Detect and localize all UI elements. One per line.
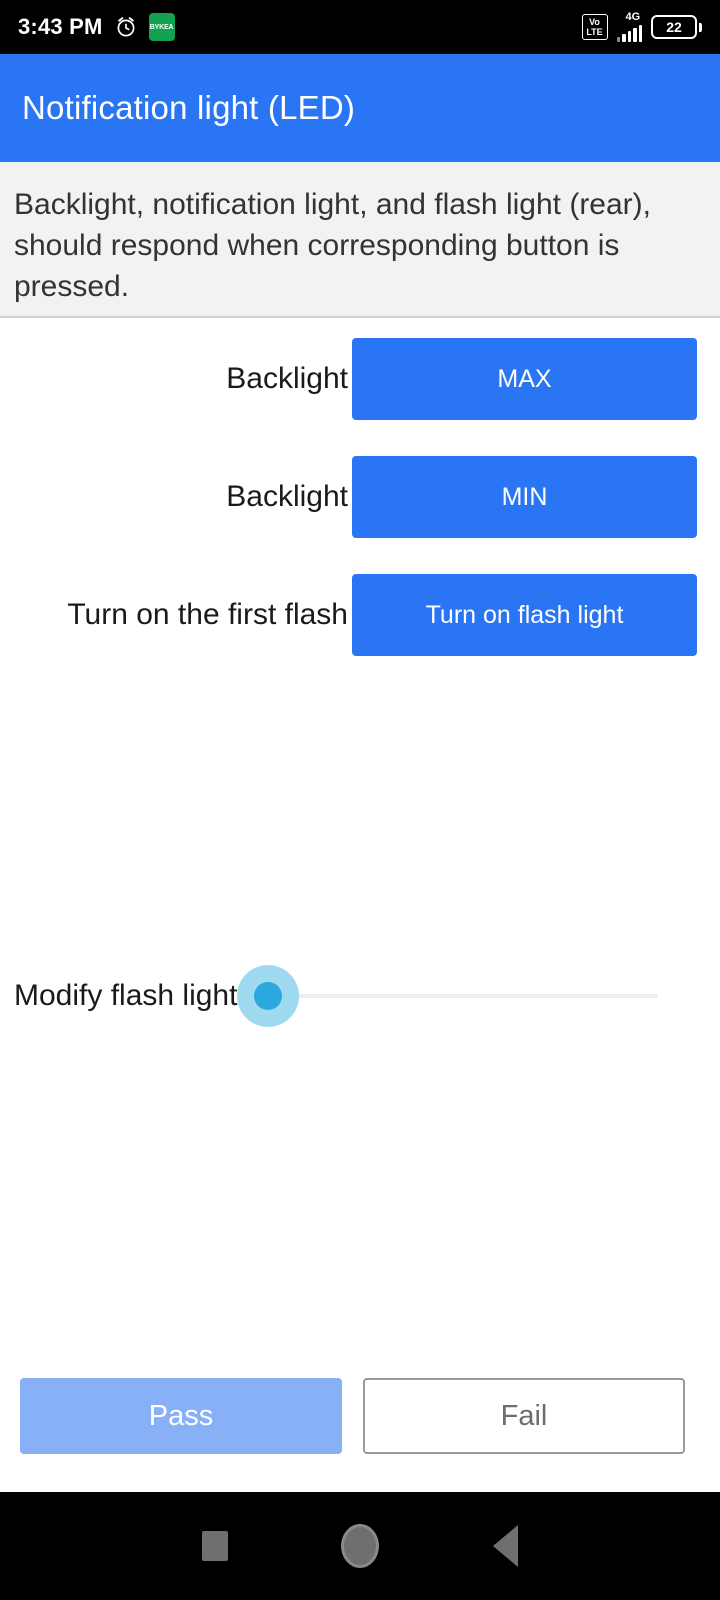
app-notification-badge-icon: BYKEA — [148, 13, 175, 41]
recents-button[interactable] — [143, 1492, 288, 1600]
turn-on-flash-light-button[interactable]: Turn on flash light — [352, 574, 697, 656]
pass-button[interactable]: Pass — [20, 1378, 342, 1454]
instruction-text: Backlight, notification light, and flash… — [14, 188, 651, 303]
app-bar: Notification light (LED) — [0, 54, 720, 162]
test-row-label: Backlight — [226, 480, 348, 513]
battery-cap — [699, 22, 702, 32]
test-rows: Backlight MAX Backlight MIN Turn on the … — [0, 320, 720, 674]
test-row: Backlight MAX — [0, 320, 720, 438]
back-button[interactable] — [433, 1492, 578, 1600]
backlight-min-button[interactable]: MIN — [352, 456, 697, 538]
status-bar-clock: 3:43 PM — [18, 14, 103, 39]
slider-track[interactable] — [277, 994, 658, 998]
phone-screen: 3:43 PM BYKEA Vo LTE 4G 22 Notification … — [0, 0, 720, 1600]
network-type-label: 4G — [625, 11, 641, 23]
page-title: Notification light (LED) — [22, 89, 356, 126]
status-bar-left: 3:43 PM BYKEA — [18, 13, 175, 41]
signal-bars-icon — [616, 24, 642, 42]
signal-strength-icon: 4G — [616, 11, 642, 42]
battery-icon: 22 — [651, 15, 702, 39]
battery-body: 22 — [651, 15, 697, 39]
status-bar-right: Vo LTE 4G 22 — [581, 11, 702, 42]
test-row: Backlight MIN — [0, 438, 720, 556]
flash-light-slider-row: Modify flash light — [0, 960, 720, 1032]
volte-line-2: LTE — [586, 27, 603, 37]
test-row-label: Turn on the first flash — [67, 598, 348, 631]
status-bar: 3:43 PM BYKEA Vo LTE 4G 22 — [0, 0, 720, 54]
instruction-panel: Backlight, notification light, and flash… — [0, 162, 720, 318]
test-row-label: Backlight — [226, 362, 348, 395]
triangle-back-icon — [492, 1525, 518, 1567]
volte-icon: Vo LTE — [581, 14, 608, 40]
alarm-clock-icon — [117, 17, 134, 37]
fail-button[interactable]: Fail — [363, 1378, 685, 1454]
system-navigation-bar — [0, 1492, 720, 1600]
home-button[interactable] — [288, 1492, 433, 1600]
circle-home-icon — [341, 1524, 379, 1568]
square-recents-icon — [202, 1531, 228, 1561]
backlight-max-button[interactable]: MAX — [352, 338, 697, 420]
battery-percent-label: 22 — [666, 19, 682, 35]
test-row: Turn on the first flash Turn on flash li… — [0, 556, 720, 674]
verdict-buttons: Pass Fail — [0, 1378, 720, 1454]
volte-line-1: Vo — [589, 17, 600, 27]
flash-light-slider[interactable] — [233, 960, 706, 1032]
flash-light-slider-label: Modify flash light — [14, 979, 238, 1012]
